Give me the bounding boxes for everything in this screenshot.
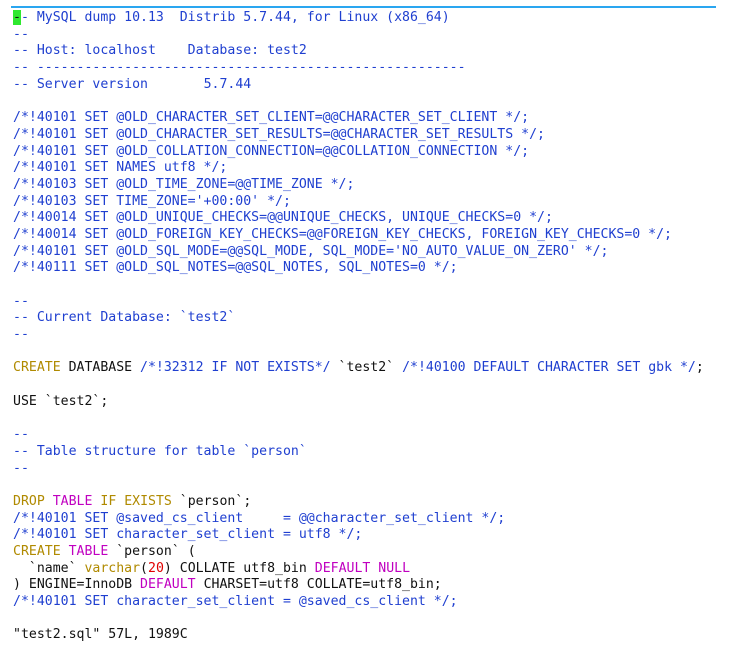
editor-line-11: /*!40103 SET @OLD_TIME_ZONE=@@TIME_ZONE … <box>13 176 355 192</box>
sql-text: ) ENGINE=InnoDB <box>13 577 141 593</box>
editor-line-1: -- MySQL dump 10.13 Distrib 5.7.44, for … <box>13 10 733 27</box>
sql-text: CHARSET=utf8 COLLATE=utf8_bin; <box>195 577 442 593</box>
editor-line-28: -- <box>13 460 29 476</box>
editor-line-30: DROP TABLE IF EXISTS `person`; <box>13 494 733 511</box>
sql-keyword: CREATE <box>13 360 61 376</box>
status-line: "test2.sql" 57L, 1989C <box>13 627 188 643</box>
editor-line-3: -- Host: localhost Database: test2 <box>13 43 307 59</box>
editor-line-36: /*!40101 SET character_set_client = @sav… <box>13 594 458 610</box>
editor-line-4: -- -------------------------------------… <box>13 60 466 76</box>
sql-type: varchar <box>84 560 141 576</box>
editor-line-5: -- Server version 5.7.44 <box>13 76 252 92</box>
editor-line-34: `name` varchar(20) COLLATE utf8_bin DEFA… <box>13 561 733 578</box>
sql-text: `person`; <box>171 493 252 509</box>
text-cursor: - <box>13 10 21 25</box>
editor-line-37 <box>13 611 733 628</box>
sql-text: ) COLLATE utf8_bin <box>163 560 315 576</box>
editor-line-24: USE `test2`; <box>13 393 109 409</box>
editor-line-18: -- <box>13 293 29 309</box>
sql-keyword: TABLE <box>68 544 109 559</box>
editor-line-15: /*!40101 SET @OLD_SQL_MODE=@@SQL_MODE, S… <box>13 243 609 259</box>
editor-line-21 <box>13 344 733 361</box>
sql-keyword: NULL <box>378 560 411 576</box>
sql-keyword: DEFAULT <box>314 560 371 576</box>
sql-text: ; <box>695 360 704 376</box>
editor-line-6 <box>13 93 733 110</box>
editor-line-19: -- Current Database: `test2` <box>13 310 236 326</box>
editor-line-25 <box>13 411 733 428</box>
sql-keyword: EXISTS <box>124 493 172 509</box>
editor-line-32: /*!40101 SET character_set_client = utf8… <box>13 527 363 543</box>
editor-line-10: /*!40101 SET NAMES utf8 */; <box>13 160 228 176</box>
editor-line-14: /*!40014 SET @OLD_FOREIGN_KEY_CHECKS=@@F… <box>13 226 672 242</box>
editor-line-27: -- Table structure for table `person` <box>13 443 307 459</box>
sql-text: ( <box>140 560 148 576</box>
editor-line-29 <box>13 477 733 494</box>
editor-line-23 <box>13 377 733 394</box>
sql-number: 20 <box>148 560 164 576</box>
editor-line-17 <box>13 277 733 294</box>
sql-keyword: DEFAULT <box>140 577 196 593</box>
sql-text: `name` <box>13 560 85 576</box>
editor-line-22: CREATE DATABASE /*!32312 IF NOT EXISTS*/… <box>13 360 733 377</box>
editor-line-2: -- <box>13 26 29 42</box>
editor-line-20: -- <box>13 327 29 343</box>
sql-text: `test2` <box>330 360 403 376</box>
editor-line-12: /*!40103 SET TIME_ZONE='+00:00' */; <box>13 193 291 209</box>
sql-text: `person` ( <box>108 544 196 559</box>
editor-line-13: /*!40014 SET @OLD_UNIQUE_CHECKS=@@UNIQUE… <box>13 210 553 226</box>
sql-comment: /*!40100 DEFAULT CHARACTER SET gbk */ <box>402 360 696 376</box>
editor-line-35: ) ENGINE=InnoDB DEFAULT CHARSET=utf8 COL… <box>13 577 733 594</box>
editor-line-8: /*!40101 SET @OLD_CHARACTER_SET_RESULTS=… <box>13 126 545 142</box>
editor-line-9: /*!40101 SET @OLD_COLLATION_CONNECTION=@… <box>13 143 530 159</box>
window-top-accent-bar <box>11 6 716 8</box>
sql-keyword: CREATE <box>13 544 61 559</box>
editor-line-7: /*!40101 SET @OLD_CHARACTER_SET_CLIENT=@… <box>13 110 530 126</box>
editor-line-31: /*!40101 SET @saved_cs_client = @@charac… <box>13 510 506 526</box>
sql-keyword: IF <box>100 493 117 509</box>
sql-keyword: TABLE <box>52 493 93 509</box>
sql-text: DATABASE <box>60 360 141 376</box>
editor-line-16: /*!40111 SET @OLD_SQL_NOTES=@@SQL_NOTES,… <box>13 260 458 276</box>
editor-line-33: CREATE TABLE `person` ( <box>13 544 733 561</box>
comment-text: - MySQL dump 10.13 Distrib 5.7.44, for L… <box>20 10 450 25</box>
sql-keyword: DROP <box>13 493 45 509</box>
sql-comment: /*!32312 IF NOT EXISTS*/ <box>140 360 331 376</box>
vim-editor-buffer[interactable]: -- MySQL dump 10.13 Distrib 5.7.44, for … <box>13 10 733 644</box>
editor-line-26: -- <box>13 427 29 443</box>
